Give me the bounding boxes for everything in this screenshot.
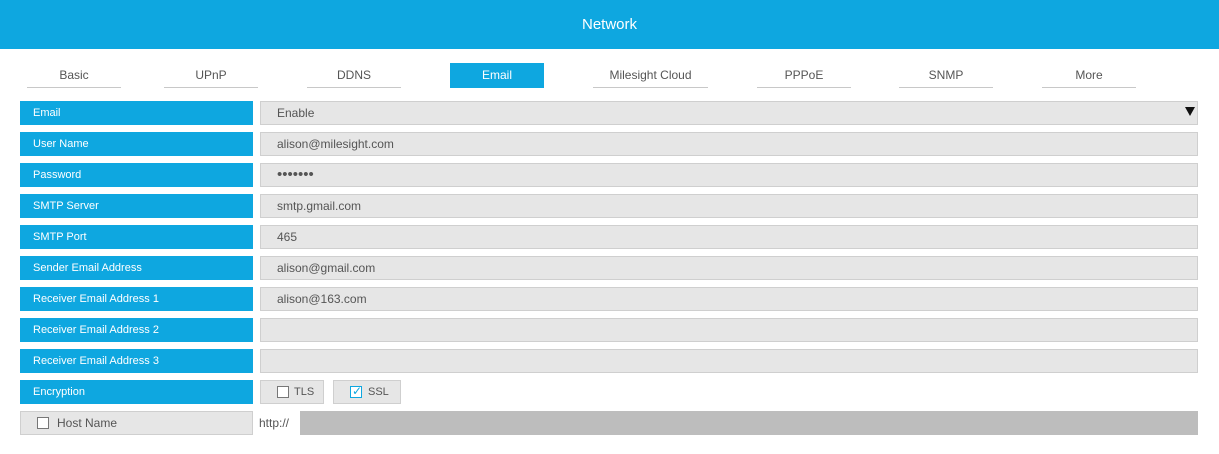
- password-input[interactable]: •••••••: [260, 163, 1198, 187]
- smtp-server-label: SMTP Server: [20, 194, 253, 218]
- email-select-value: Enable: [277, 106, 315, 120]
- tls-checkbox[interactable]: [277, 386, 289, 398]
- host-name-label: Host Name: [57, 416, 118, 430]
- encryption-row: Encryption TLS ✓ SSL: [20, 380, 1198, 404]
- tab-pppoe[interactable]: PPPoE: [757, 63, 851, 88]
- receiver2-row: Receiver Email Address 2: [20, 318, 1198, 342]
- receiver3-label: Receiver Email Address 3: [20, 349, 253, 373]
- tab-more[interactable]: More: [1042, 63, 1136, 88]
- receiver3-row: Receiver Email Address 3: [20, 349, 1198, 373]
- user-name-label: User Name: [20, 132, 253, 156]
- sender-label: Sender Email Address: [20, 256, 253, 280]
- smtp-server-row: SMTP Server smtp.gmail.com: [20, 194, 1198, 218]
- ssl-label: SSL: [368, 386, 389, 398]
- email-row: Email Enable: [20, 101, 1198, 125]
- receiver1-row: Receiver Email Address 1 alison@163.com: [20, 287, 1198, 311]
- email-select[interactable]: Enable: [260, 101, 1198, 125]
- tls-checkbox-button[interactable]: TLS: [260, 380, 324, 404]
- caret-down-icon[interactable]: [1185, 107, 1195, 116]
- tab-ddns[interactable]: DDNS: [307, 63, 401, 88]
- page-title: Network: [581, 16, 637, 33]
- receiver1-label: Receiver Email Address 1: [20, 287, 253, 311]
- password-row: Password •••••••: [20, 163, 1198, 187]
- page-header: Network: [0, 0, 1219, 49]
- host-name-prefix: http://: [259, 416, 290, 430]
- smtp-server-input[interactable]: smtp.gmail.com: [260, 194, 1198, 218]
- host-name-row: Host Name http://: [20, 411, 1198, 435]
- tab-email[interactable]: Email: [450, 63, 544, 88]
- tab-snmp[interactable]: SNMP: [899, 63, 993, 88]
- sender-input[interactable]: alison@gmail.com: [260, 256, 1198, 280]
- smtp-port-label: SMTP Port: [20, 225, 253, 249]
- password-label: Password: [20, 163, 253, 187]
- ssl-checkbox[interactable]: ✓: [350, 384, 363, 398]
- ssl-checkbox-button[interactable]: ✓ SSL: [333, 380, 401, 404]
- tab-upnp[interactable]: UPnP: [164, 63, 258, 88]
- tab-basic[interactable]: Basic: [27, 63, 121, 88]
- smtp-port-row: SMTP Port 465: [20, 225, 1198, 249]
- sender-row: Sender Email Address alison@gmail.com: [20, 256, 1198, 280]
- host-name-toggle[interactable]: Host Name: [20, 411, 253, 435]
- receiver1-input[interactable]: alison@163.com: [260, 287, 1198, 311]
- tls-label: TLS: [294, 386, 315, 398]
- encryption-label: Encryption: [20, 380, 253, 404]
- tab-bar: Basic UPnP DDNS Email Milesight Cloud PP…: [0, 63, 1219, 89]
- receiver2-label: Receiver Email Address 2: [20, 318, 253, 342]
- user-name-input[interactable]: alison@milesight.com: [260, 132, 1198, 156]
- receiver3-input[interactable]: [260, 349, 1198, 373]
- user-name-row: User Name alison@milesight.com: [20, 132, 1198, 156]
- smtp-port-input[interactable]: 465: [260, 225, 1198, 249]
- email-label: Email: [20, 101, 253, 125]
- host-name-checkbox[interactable]: [37, 417, 49, 429]
- receiver2-input[interactable]: [260, 318, 1198, 342]
- tab-milesight-cloud[interactable]: Milesight Cloud: [593, 63, 708, 88]
- checkmark-icon: ✓: [352, 384, 363, 398]
- host-name-input[interactable]: [300, 411, 1198, 435]
